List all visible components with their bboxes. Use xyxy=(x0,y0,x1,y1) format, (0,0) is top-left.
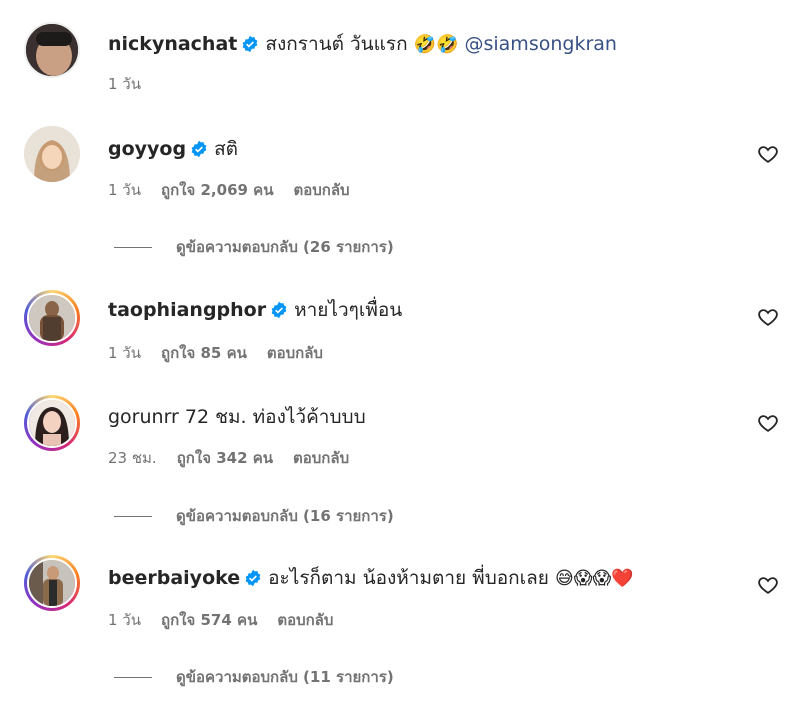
avatar-image xyxy=(24,126,80,182)
avatar-nickynachat[interactable] xyxy=(24,22,80,78)
avatar-beerbaiyoke[interactable] xyxy=(24,555,80,611)
reply-button[interactable]: ตอบกลับ xyxy=(267,344,323,362)
divider xyxy=(114,247,152,248)
caption-mention[interactable]: @siamsongkran xyxy=(464,33,616,55)
comment-username[interactable]: goyyog xyxy=(108,138,186,160)
view-replies-button[interactable]: ดูข้อความตอบกลับ (11 รายการ) xyxy=(114,665,394,689)
comment-time[interactable]: 1 วัน xyxy=(108,344,141,362)
divider xyxy=(114,677,152,678)
caption-text-line: nickynachat สงกรานต์ วันแรก 🤣🤣 @siamsongkr… xyxy=(108,31,617,60)
comment-meta: 1 วัน ถูกใจ 574 คน ตอบกลับ xyxy=(108,608,353,632)
caption-time[interactable]: 1 วัน xyxy=(108,75,141,93)
view-replies-label: ดูข้อความตอบกลับ (16 รายการ) xyxy=(176,507,394,525)
comment-text-line: goyyog สติ xyxy=(108,136,238,165)
avatar-image xyxy=(26,24,78,76)
comment-meta: 23 ชม. ถูกใจ 342 คน ตอบกลับ xyxy=(108,446,369,470)
caption-emojis: 🤣🤣 xyxy=(413,34,459,55)
comment-text-line: beerbaiyoke อะไรก็ตาม น้องห้ามตาย พี่บอกเ… xyxy=(108,565,634,594)
reply-button[interactable]: ตอบกลับ xyxy=(277,611,333,629)
comment-text-line: gorunrr 72 ชม. ท่องไว้ค้าบบบ xyxy=(108,404,366,430)
comment-username[interactable]: beerbaiyoke xyxy=(108,567,240,589)
reply-button[interactable]: ตอบกลับ xyxy=(293,449,349,467)
comment-likes[interactable]: ถูกใจ 85 คน xyxy=(161,344,247,362)
comment-username[interactable]: taophiangphor xyxy=(108,299,266,321)
comment-likes[interactable]: ถูกใจ 574 คน xyxy=(161,611,257,629)
reply-button[interactable]: ตอบกลับ xyxy=(293,181,349,199)
avatar-image xyxy=(27,293,77,343)
avatar-image xyxy=(27,558,77,608)
comment-text: หายไวๆเพื่อน xyxy=(294,299,403,321)
comment-time[interactable]: 23 ชม. xyxy=(108,449,157,467)
comment-username[interactable]: gorunrr xyxy=(108,406,179,428)
heart-icon[interactable] xyxy=(757,143,779,165)
heart-icon[interactable] xyxy=(757,306,779,328)
comment-meta: 1 วัน ถูกใจ 85 คน ตอบกลับ xyxy=(108,341,343,365)
caption-meta: 1 วัน xyxy=(108,72,161,96)
avatar-image xyxy=(27,398,77,448)
view-replies-label: ดูข้อความตอบกลับ (11 รายการ) xyxy=(176,668,394,686)
divider xyxy=(114,516,152,517)
heart-icon[interactable] xyxy=(757,412,779,434)
comment-text: สติ xyxy=(214,138,239,160)
comment-text: 72 ชม. ท่องไว้ค้าบบบ xyxy=(184,406,366,428)
comment-text: อะไรก็ตาม น้องห้ามตาย พี่บอกเลย xyxy=(268,567,549,589)
avatar-taophiangphor[interactable] xyxy=(24,290,80,346)
comment-text-line: taophiangphor หายไวๆเพื่อน xyxy=(108,297,402,326)
comment-likes[interactable]: ถูกใจ 342 คน xyxy=(177,449,273,467)
view-replies-button[interactable]: ดูข้อความตอบกลับ (16 รายการ) xyxy=(114,504,394,528)
verified-icon xyxy=(244,568,262,594)
verified-icon xyxy=(241,34,259,60)
comment-likes[interactable]: ถูกใจ 2,069 คน xyxy=(161,181,273,199)
caption-text: สงกรานต์ วันแรก xyxy=(265,33,408,55)
verified-icon xyxy=(190,139,208,165)
avatar-gorunrr[interactable] xyxy=(24,395,80,451)
caption-username[interactable]: nickynachat xyxy=(108,33,237,55)
view-replies-button[interactable]: ดูข้อความตอบกลับ (26 รายการ) xyxy=(114,235,394,259)
comment-meta: 1 วัน ถูกใจ 2,069 คน ตอบกลับ xyxy=(108,178,370,202)
comment-time[interactable]: 1 วัน xyxy=(108,181,141,199)
avatar-goyyog[interactable] xyxy=(24,126,80,182)
heart-icon[interactable] xyxy=(757,574,779,596)
comment-time[interactable]: 1 วัน xyxy=(108,611,141,629)
verified-icon xyxy=(270,300,288,326)
comment-emojis: 😅😱😱❤️ xyxy=(555,568,634,589)
view-replies-label: ดูข้อความตอบกลับ (26 รายการ) xyxy=(176,238,394,256)
